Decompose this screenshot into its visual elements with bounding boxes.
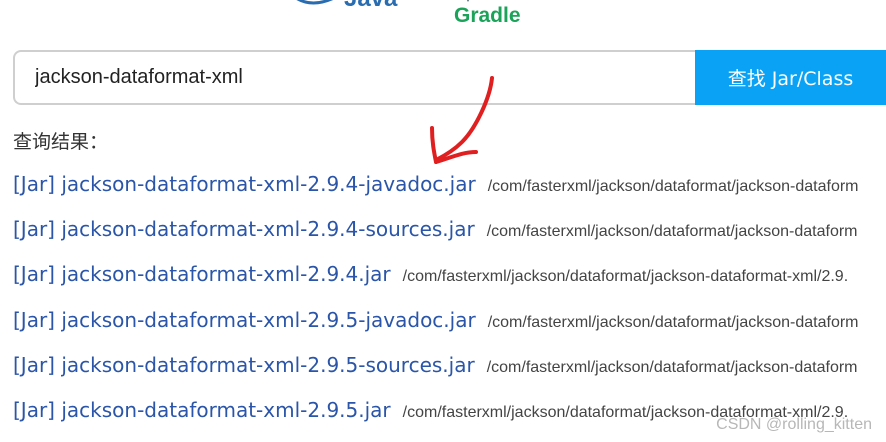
- result-link[interactable]: [Jar] jackson-dataformat-xml-2.9.4-sourc…: [13, 217, 475, 241]
- gradle-logo-text: Gradle: [454, 4, 521, 27]
- annotation-arrow-icon: [430, 76, 494, 164]
- result-path: /com/fasterxml/jackson/dataformat/jackso…: [487, 178, 859, 195]
- result-row: [Jar] jackson-dataformat-xml-2.9.4-sourc…: [13, 217, 858, 241]
- search-button[interactable]: 查找 Jar/Class: [695, 50, 886, 105]
- java-logo-text: Java: [344, 0, 397, 11]
- result-path: /com/fasterxml/jackson/dataformat/jackso…: [402, 268, 849, 285]
- result-path: /com/fasterxml/jackson/dataformat/jackso…: [487, 314, 859, 331]
- result-link[interactable]: [Jar] jackson-dataformat-xml-2.9.4-javad…: [13, 172, 476, 196]
- watermark: CSDN @rolling_kitten: [716, 416, 872, 433]
- result-path: /com/fasterxml/jackson/dataformat/jackso…: [486, 359, 858, 376]
- result-link[interactable]: [Jar] jackson-dataformat-xml-2.9.5-sourc…: [13, 353, 475, 377]
- search-input[interactable]: [13, 50, 719, 105]
- page: Java Gradle 查找 Jar/Class 查询结果： [Jar] jac…: [0, 0, 886, 442]
- result-link[interactable]: [Jar] jackson-dataformat-xml-2.9.4.jar: [13, 262, 391, 286]
- result-row: [Jar] jackson-dataformat-xml-2.9.5-javad…: [13, 308, 859, 332]
- result-row: [Jar] jackson-dataformat-xml-2.9.5-sourc…: [13, 353, 858, 377]
- result-path: /com/fasterxml/jackson/dataformat/jackso…: [486, 223, 858, 240]
- result-row: [Jar] jackson-dataformat-xml-2.9.4.jar /…: [13, 262, 848, 286]
- result-link[interactable]: [Jar] jackson-dataformat-xml-2.9.5.jar: [13, 398, 391, 422]
- results-label: 查询结果：: [13, 131, 109, 153]
- result-link[interactable]: [Jar] jackson-dataformat-xml-2.9.5-javad…: [13, 308, 476, 332]
